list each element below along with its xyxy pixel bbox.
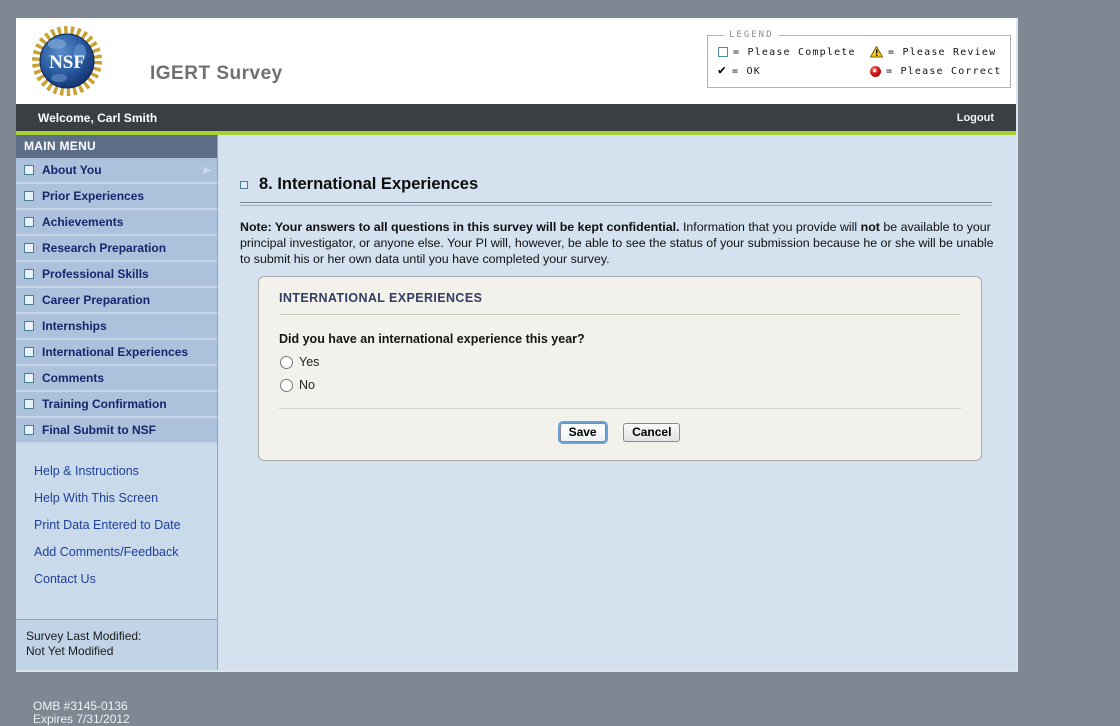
omb-notice: OMB #3145-0136 Expires 7/31/2012 <box>33 700 130 726</box>
status-checkbox-icon <box>24 399 34 409</box>
last-modified-label: Survey Last Modified: <box>26 629 142 644</box>
legend-item-ok: ✔ = OK <box>718 63 870 79</box>
nsf-logo-text: NSF <box>49 52 85 73</box>
sidebar-item-about-you[interactable]: About You ▶ <box>16 158 217 184</box>
welcome-text: Welcome, Carl Smith <box>38 110 158 125</box>
checkmark-icon: ✔ <box>718 63 728 78</box>
international-experiences-form: INTERNATIONAL EXPERIENCES Did you have a… <box>258 276 982 462</box>
legend-label: = OK <box>732 65 761 77</box>
status-checkbox-icon <box>24 191 34 201</box>
checkbox-outline-icon <box>718 47 728 57</box>
status-checkbox-icon <box>24 295 34 305</box>
status-checkbox-icon <box>24 165 34 175</box>
app-title: IGERT Survey <box>150 63 283 84</box>
sidebar-item-research-preparation[interactable]: Research Preparation <box>16 236 217 262</box>
sidebar-item-achievements[interactable]: Achievements <box>16 210 217 236</box>
status-checkbox-icon <box>24 347 34 357</box>
radio-row-yes: Yes <box>279 355 961 369</box>
link-contact-us[interactable]: Contact Us <box>34 572 217 586</box>
form-buttons: Save Cancel <box>279 423 961 443</box>
legend-label: = Please Correct <box>886 65 1002 77</box>
cancel-button[interactable]: Cancel <box>623 423 681 443</box>
yes-radio-label[interactable]: Yes <box>299 355 319 369</box>
sidebar-item-prior-experiences[interactable]: Prior Experiences <box>16 184 217 210</box>
error-icon: ✖ <box>870 65 881 77</box>
form-question: Did you have an international experience… <box>279 332 585 347</box>
status-checkbox-icon <box>240 180 248 189</box>
chevron-right-icon: ▶ <box>203 164 211 176</box>
note-segment: Information that you provide will <box>679 220 861 234</box>
confidentiality-note: Note: Your answers to all questions in t… <box>240 219 996 267</box>
survey-window: NSF IGERT Survey LEGEND = Please Complet… <box>16 18 1018 672</box>
heading-divider <box>240 202 992 206</box>
save-button[interactable]: Save <box>559 423 606 443</box>
sidebar: MAIN MENU About You ▶ Prior Experiences … <box>16 135 218 670</box>
sidebar-item-final-submit[interactable]: Final Submit to NSF <box>16 418 217 444</box>
status-checkbox-icon <box>24 269 34 279</box>
sidebar-item-professional-skills[interactable]: Professional Skills <box>16 262 217 288</box>
sidebar-item-international-experiences[interactable]: International Experiences <box>16 340 217 366</box>
sidebar-item-training-confirmation[interactable]: Training Confirmation <box>16 392 217 418</box>
sidebar-item-career-preparation[interactable]: Career Preparation <box>16 288 217 314</box>
note-bold-not: not <box>860 220 880 234</box>
logout-link[interactable]: Logout <box>957 112 1016 124</box>
form-divider <box>279 408 961 410</box>
no-radio[interactable] <box>280 378 293 392</box>
sidebar-links: Help & Instructions Help With This Scree… <box>16 444 217 605</box>
form-section-title: INTERNATIONAL EXPERIENCES <box>279 291 961 316</box>
sidebar-item-comments[interactable]: Comments <box>16 366 217 392</box>
radio-row-no: No <box>279 378 961 392</box>
page-title: 8. International Experiences <box>259 175 479 193</box>
link-add-comments[interactable]: Add Comments/Feedback <box>34 545 217 559</box>
yes-radio[interactable] <box>280 355 293 369</box>
nsf-logo: NSF <box>32 26 102 101</box>
legend-box: LEGEND = Please Complete = Please Review <box>707 30 1011 88</box>
no-radio-label[interactable]: No <box>299 378 315 392</box>
omb-expires: Expires 7/31/2012 <box>33 712 130 726</box>
page-heading: 8. International Experiences <box>240 175 1016 194</box>
main-content: 8. International Experiences Note: Your … <box>218 135 1016 670</box>
status-checkbox-icon <box>24 321 34 331</box>
warning-icon <box>870 46 883 58</box>
last-modified-value: Not Yet Modified <box>26 643 114 658</box>
status-checkbox-icon <box>24 217 34 227</box>
status-checkbox-icon <box>24 243 34 253</box>
legend-item-complete: = Please Complete <box>718 44 870 60</box>
status-checkbox-icon <box>24 373 34 383</box>
link-help-with-screen[interactable]: Help With This Screen <box>34 491 217 505</box>
legend-item-review: = Please Review <box>870 44 1002 60</box>
link-print-data[interactable]: Print Data Entered to Date <box>34 518 217 532</box>
legend-title: LEGEND <box>729 30 774 40</box>
welcome-bar: Welcome, Carl Smith Logout <box>16 104 1016 131</box>
sidebar-item-internships[interactable]: Internships <box>16 314 217 340</box>
legend-item-correct: ✖ = Please Correct <box>870 63 1002 79</box>
legend-label: = Please Review <box>888 46 997 58</box>
legend-label: = Please Complete <box>733 46 856 58</box>
note-bold-intro: Note: Your answers to all questions in t… <box>240 220 680 234</box>
survey-last-modified: Survey Last Modified: Not Yet Modified <box>16 619 217 670</box>
status-checkbox-icon <box>24 425 34 435</box>
sidebar-menu-title: MAIN MENU <box>16 135 217 158</box>
link-help-instructions[interactable]: Help & Instructions <box>34 464 217 478</box>
page-header: NSF IGERT Survey LEGEND = Please Complet… <box>16 18 1016 104</box>
